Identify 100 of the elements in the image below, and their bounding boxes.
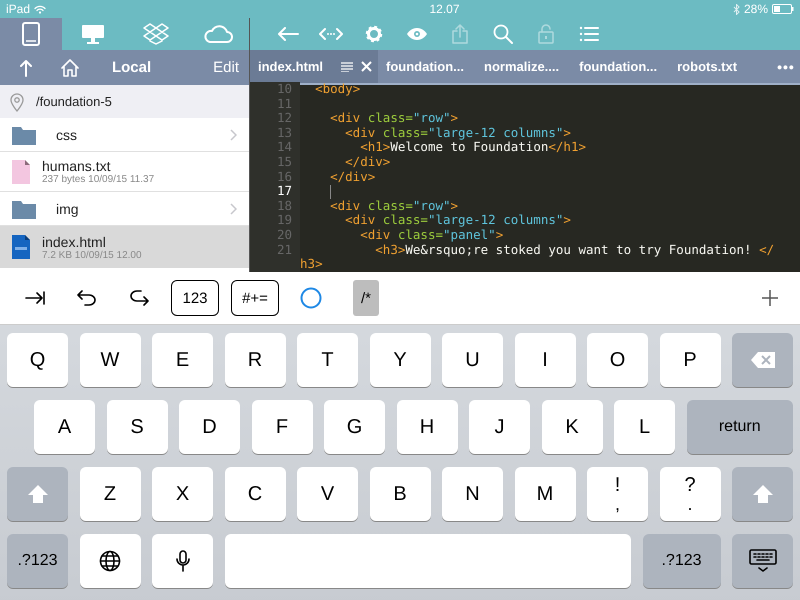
- key-label: .: [687, 495, 692, 513]
- html-file-icon: [12, 235, 30, 259]
- key[interactable]: M: [514, 467, 576, 521]
- key[interactable]: [732, 534, 793, 588]
- key-button[interactable]: /*: [353, 280, 379, 316]
- key[interactable]: N: [442, 467, 503, 521]
- code-line: <div class="panel">: [359, 228, 504, 243]
- folder-path: /foundation-5: [36, 94, 112, 109]
- line-number: 16: [250, 170, 300, 184]
- key[interactable]: O: [587, 333, 648, 387]
- key[interactable]: Z: [80, 467, 140, 521]
- location-pin-icon: [10, 92, 24, 112]
- source-tab[interactable]: [0, 18, 62, 50]
- key[interactable]: ! ,: [587, 467, 648, 521]
- back-arrow-icon[interactable]: [276, 27, 298, 41]
- key[interactable]: Y: [370, 333, 430, 387]
- settings-icon[interactable]: [364, 24, 384, 44]
- redo-icon[interactable]: [129, 290, 149, 306]
- folder-icon: [12, 124, 36, 144]
- line-number: 10: [250, 82, 300, 97]
- circle-icon[interactable]: [300, 287, 322, 309]
- microphone-icon: [176, 550, 190, 572]
- key[interactable]: F: [252, 400, 312, 454]
- key[interactable]: I: [514, 333, 576, 387]
- key[interactable]: B: [370, 467, 430, 521]
- list-icon[interactable]: [578, 26, 598, 42]
- code-icon[interactable]: [318, 27, 342, 41]
- plus-icon[interactable]: [761, 289, 779, 307]
- file-name: css: [55, 126, 78, 142]
- key[interactable]: Q: [7, 333, 68, 387]
- key[interactable]: U: [442, 333, 503, 387]
- battery-icon: [772, 4, 794, 14]
- key[interactable]: A: [34, 400, 95, 454]
- key[interactable]: .?123: [7, 534, 68, 588]
- key-label: ,: [614, 495, 620, 513]
- key-label: ?: [684, 475, 696, 495]
- key[interactable]: J: [469, 400, 530, 454]
- home-icon: [60, 58, 80, 78]
- line-number: 15: [250, 154, 300, 170]
- up-arrow-button[interactable]: [20, 58, 32, 76]
- code-line: <div class="row">: [329, 111, 460, 126]
- eye-icon[interactable]: [406, 27, 428, 41]
- line-number: 17: [250, 184, 300, 199]
- key[interactable]: E: [152, 333, 213, 387]
- key[interactable]: P: [660, 333, 720, 387]
- code-line: <div class="large-12 columns">: [344, 213, 572, 228]
- wifi-icon: [34, 4, 46, 14]
- key[interactable]: W: [80, 333, 140, 387]
- key[interactable]: ? .: [660, 467, 720, 521]
- line-number: 19: [250, 213, 300, 228]
- line-number: 13: [250, 126, 300, 140]
- key[interactable]: .?123: [642, 534, 720, 588]
- key-button[interactable]: #+=: [231, 280, 279, 316]
- key[interactable]: T: [297, 333, 358, 387]
- file-details: 7.2 KB 10/09/15 12.00: [42, 250, 143, 260]
- close-icon[interactable]: [361, 61, 372, 72]
- lines-icon[interactable]: [341, 62, 354, 72]
- search-icon[interactable]: [492, 24, 512, 44]
- key[interactable]: G: [324, 400, 385, 454]
- file-name: img: [55, 200, 80, 216]
- undo-icon[interactable]: [77, 290, 97, 306]
- location-title: Local: [110, 59, 152, 76]
- text-cursor: [330, 184, 332, 199]
- key[interactable]: return: [686, 400, 793, 454]
- keyboard-icon: [748, 549, 776, 573]
- code-line: </div>: [329, 170, 376, 184]
- key[interactable]: K: [542, 400, 602, 454]
- file-row[interactable]: index.html 7.2 KB 10/09/15 12.00: [0, 226, 249, 268]
- home-button[interactable]: [60, 58, 80, 78]
- cloud-icon: [202, 24, 233, 44]
- code-line: </div>: [344, 154, 392, 170]
- key[interactable]: R: [224, 333, 286, 387]
- key[interactable]: D: [179, 400, 240, 454]
- chevron-right-icon: [230, 128, 237, 140]
- key[interactable]: [80, 534, 140, 588]
- shift-arrow-icon: [752, 484, 774, 504]
- line-number: 14: [250, 140, 300, 155]
- chevron-right-icon: [230, 202, 237, 214]
- key[interactable]: H: [396, 400, 458, 454]
- line-number: 11: [250, 96, 300, 112]
- key-button[interactable]: 123: [171, 280, 219, 316]
- key[interactable]: [152, 534, 213, 588]
- key[interactable]: S: [106, 400, 168, 454]
- tab-arrow-icon[interactable]: [25, 291, 45, 305]
- file-name: humans.txt: [42, 158, 112, 174]
- folder-icon: [12, 198, 36, 218]
- box-icon: [142, 22, 169, 46]
- key[interactable]: L: [614, 400, 675, 454]
- line-number: 18: [250, 198, 300, 214]
- line-number: 21: [250, 242, 300, 272]
- code-line: <h3>We&rsquo;re stoked you want to try Foundation! </h3>: [300, 242, 776, 272]
- code-line: <body>: [314, 82, 362, 97]
- code-line: <div class="large-12 columns">: [344, 126, 572, 140]
- key[interactable]: X: [152, 467, 213, 521]
- code-line: <h1>Welcome to Foundation</h1>: [359, 140, 588, 155]
- line-number: 12: [250, 111, 300, 126]
- key[interactable]: C: [224, 467, 286, 521]
- key[interactable]: V: [297, 467, 358, 521]
- shift-arrow-icon: [26, 484, 48, 504]
- file-details: 237 bytes 10/09/15 11.37: [42, 174, 156, 185]
